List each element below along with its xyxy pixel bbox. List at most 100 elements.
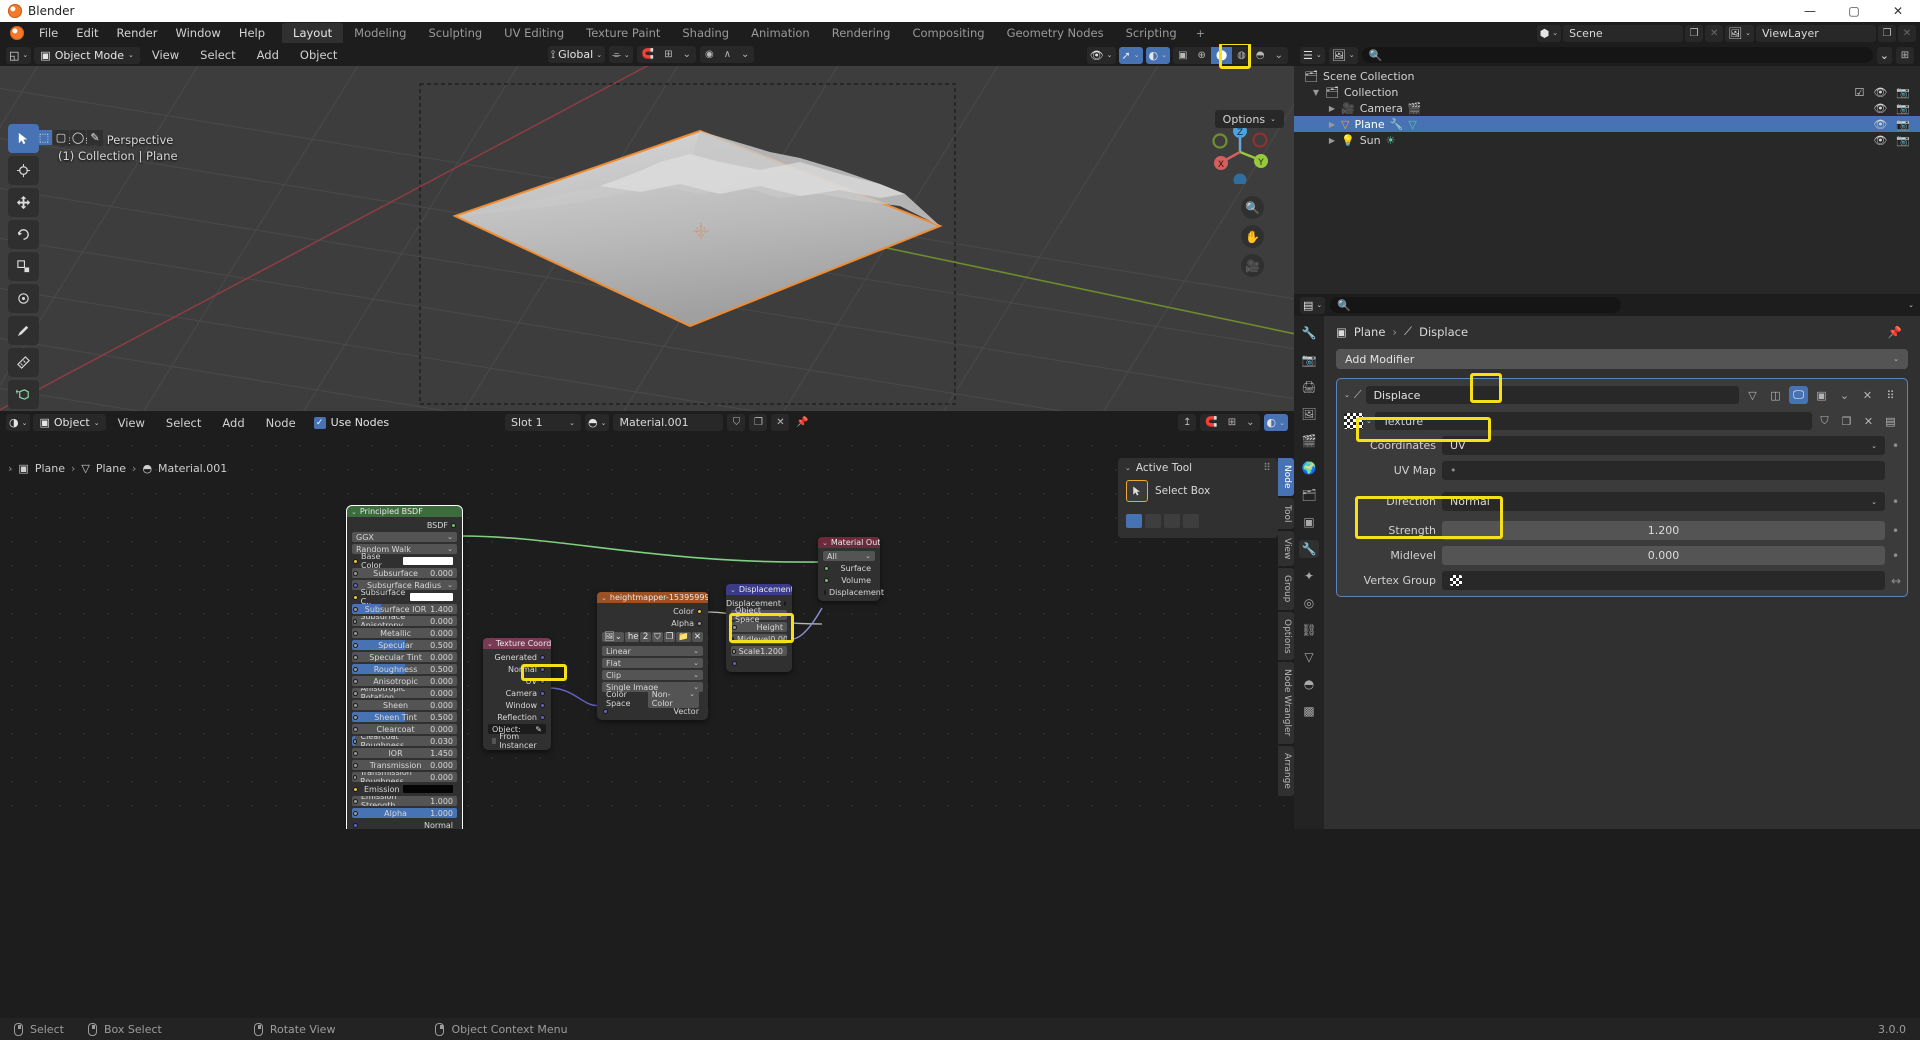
delete-viewlayer-button[interactable]: ✕ xyxy=(1898,24,1916,42)
output-socket-icon[interactable] xyxy=(697,620,702,626)
input-socket-icon[interactable] xyxy=(353,738,358,744)
viewport-menu-object[interactable]: Object xyxy=(291,46,346,64)
output-socket-icon[interactable] xyxy=(697,608,702,614)
outliner-row-camera[interactable]: ▶ 🎥 Camera 🎬 👁 📷 xyxy=(1294,100,1920,116)
output-socket-icon[interactable] xyxy=(540,654,545,660)
preset-subtract-icon[interactable] xyxy=(1164,514,1180,528)
input-socket-icon[interactable] xyxy=(353,570,358,576)
camera-render-icon[interactable]: 📷 xyxy=(1896,118,1910,131)
node-target-dropdown[interactable]: All ⌄ xyxy=(823,551,875,561)
minimize-button[interactable]: — xyxy=(1788,0,1832,22)
display-mode-dropdown[interactable]: 🖼 ⌄ xyxy=(1328,46,1358,64)
editor-type-selector-viewport[interactable]: ◱ ⌄ xyxy=(6,46,32,64)
node-input-emission-strength[interactable]: Emission Strength 1.000 xyxy=(352,796,457,806)
input-socket-icon[interactable] xyxy=(353,654,358,660)
workspace-tab-animation[interactable]: Animation xyxy=(740,23,821,43)
direction-dropdown[interactable]: Normal ⌄ xyxy=(1442,492,1885,511)
add-modifier-button[interactable]: Add Modifier ⌄ xyxy=(1336,349,1908,369)
menu-window[interactable]: Window xyxy=(166,24,229,42)
scene-browse-dropdown[interactable]: ⬢ ⌄ xyxy=(1536,24,1562,42)
preset-extend-icon[interactable] xyxy=(1145,514,1161,528)
shading-material-preview-icon[interactable]: ◍ xyxy=(1232,47,1251,64)
node-header[interactable]: ⌄ Principled BSDF xyxy=(347,506,462,517)
close-button[interactable]: ✕ xyxy=(1876,0,1920,22)
scene-name-field[interactable]: Scene xyxy=(1563,24,1684,42)
tab-tool[interactable]: 🔧 xyxy=(1299,324,1319,342)
viewport-canvas[interactable]: Camera Perspective (1) Collection | Plan… xyxy=(0,66,1294,411)
animate-property-icon[interactable]: • xyxy=(1891,439,1900,453)
node-input-surface[interactable]: Surface xyxy=(823,563,875,573)
node-image-texture[interactable]: ⌄ heightmapper-1539599903825.png Color A… xyxy=(597,592,708,720)
sun-data-icon[interactable]: ☀ xyxy=(1386,134,1396,147)
sidebar-tab-arrange[interactable]: Arrange xyxy=(1278,745,1294,796)
input-socket-icon[interactable] xyxy=(353,582,358,588)
outliner-search-input[interactable]: 🔍 xyxy=(1361,47,1873,63)
collapse-chevron-icon[interactable]: ⌄ xyxy=(1125,464,1131,472)
node-input-midlevel[interactable]: Midlevel 0.000 xyxy=(731,634,787,644)
menu-file[interactable]: File xyxy=(30,24,67,42)
input-socket-icon[interactable] xyxy=(353,678,358,684)
tool-scale[interactable] xyxy=(8,252,39,281)
node-output-normal[interactable]: Normal xyxy=(488,664,546,674)
tab-material[interactable]: ◓ xyxy=(1299,675,1319,693)
input-socket-icon[interactable] xyxy=(732,624,737,630)
output-socket-icon[interactable] xyxy=(784,600,786,606)
shield-fake-user-icon[interactable]: ⛉ xyxy=(1815,412,1834,430)
node-projection-dropdown[interactable]: Flat ⌄ xyxy=(602,658,703,668)
midlevel-value-field[interactable]: 0.000 xyxy=(1442,546,1885,565)
grid-snap-icon[interactable]: ⊞ xyxy=(1223,414,1241,431)
input-socket-icon[interactable] xyxy=(353,618,358,624)
viewport-options-button[interactable]: Options ⌄ xyxy=(1214,110,1284,128)
input-socket-icon[interactable] xyxy=(603,708,608,714)
node-input-alpha[interactable]: Alpha 1.000 xyxy=(352,808,457,818)
node-principled-bsdf[interactable]: ⌄ Principled BSDF BSDF GGX ⌄ Random Walk… xyxy=(346,505,463,829)
realtime-display-icon[interactable]: 🖵 xyxy=(1789,386,1808,404)
input-socket-icon[interactable] xyxy=(353,810,358,816)
workspace-tab-sculpting[interactable]: Sculpting xyxy=(417,23,493,43)
properties-editor[interactable]: ▤ ⌄ 🔍 ⌄ 🔧 📷 🖨 🖼 🎬 🌍 🗂 ▣ 🔧 ✦ ◎ ⛓ ▽ ◓ ▩ ▣ … xyxy=(1294,294,1920,829)
node-output-window[interactable]: Window xyxy=(488,700,546,710)
collapse-chevron-icon[interactable]: ⌄ xyxy=(730,586,736,594)
node-menu-node[interactable]: Node xyxy=(257,414,305,432)
input-socket-icon[interactable] xyxy=(353,630,358,636)
navigation-gizmo[interactable]: Z Y X xyxy=(1208,120,1272,184)
tab-object[interactable]: ▣ xyxy=(1299,513,1319,531)
node-input-subsurface-ior[interactable]: Subsurface IOR 1.400 xyxy=(352,604,457,614)
input-socket-icon[interactable] xyxy=(353,774,358,780)
output-socket-icon[interactable] xyxy=(451,522,456,528)
collapse-chevron-icon[interactable]: ⌄ xyxy=(822,539,828,547)
material-browse-dropdown[interactable]: ◓ ⌄ xyxy=(585,414,610,431)
overlays-toggle[interactable]: ◐ ⌄ xyxy=(1145,46,1171,64)
node-input-clearcoat-roughness[interactable]: Clearcoat Roughness 0.030 xyxy=(352,736,457,746)
delete-scene-button[interactable]: ✕ xyxy=(1705,24,1724,42)
chevron-down-icon[interactable]: ⌄ xyxy=(678,46,696,63)
snap-mode-icon[interactable]: ⊞ xyxy=(659,46,677,63)
vertex-group-field[interactable] xyxy=(1442,571,1885,590)
node-input-transmission[interactable]: Transmission 0.000 xyxy=(352,760,457,770)
node-from-instancer-checkbox[interactable]: From Instancer xyxy=(488,732,546,750)
select-mode-tweak-icon[interactable]: ⬚ xyxy=(36,130,52,145)
camera-view-icon[interactable]: 🎥 xyxy=(1241,254,1264,277)
workspace-tab-texture-paint[interactable]: Texture Paint xyxy=(575,23,671,43)
workspace-tab-layout[interactable]: Layout xyxy=(282,23,344,43)
eye-icon[interactable]: 👁 xyxy=(1873,102,1887,115)
node-texture-coordinate[interactable]: ⌄ Texture Coordinate Generated Normal UV xyxy=(483,638,551,750)
tab-view-layer[interactable]: 🖼 xyxy=(1299,405,1319,423)
camera-render-icon[interactable]: 📷 xyxy=(1896,86,1910,99)
input-socket-icon[interactable] xyxy=(353,762,358,768)
input-socket-icon[interactable] xyxy=(824,577,829,583)
camera-render-icon[interactable]: 📷 xyxy=(1896,102,1910,115)
input-socket-icon[interactable] xyxy=(824,589,826,595)
tab-scene[interactable]: 🎬 xyxy=(1299,432,1319,450)
node-input-normal-displacement[interactable] xyxy=(731,658,787,668)
breadcrumb-material[interactable]: Material.001 xyxy=(158,462,227,475)
emission-color-swatch[interactable] xyxy=(402,785,453,793)
node-input-normal[interactable]: Normal xyxy=(352,820,457,829)
input-socket-icon[interactable] xyxy=(732,636,734,642)
input-socket-icon[interactable] xyxy=(353,666,358,672)
outliner-row-collection[interactable]: ▼ 🗂 Collection ☑ 👁 📷 xyxy=(1294,84,1920,100)
collapse-chevron-icon[interactable]: ⌄ xyxy=(351,508,357,516)
node-output-color[interactable]: Color xyxy=(602,606,703,616)
properties-search-input[interactable]: 🔍 xyxy=(1330,297,1622,313)
color-space-dropdown[interactable]: Non-Color ⌄ xyxy=(647,690,699,708)
